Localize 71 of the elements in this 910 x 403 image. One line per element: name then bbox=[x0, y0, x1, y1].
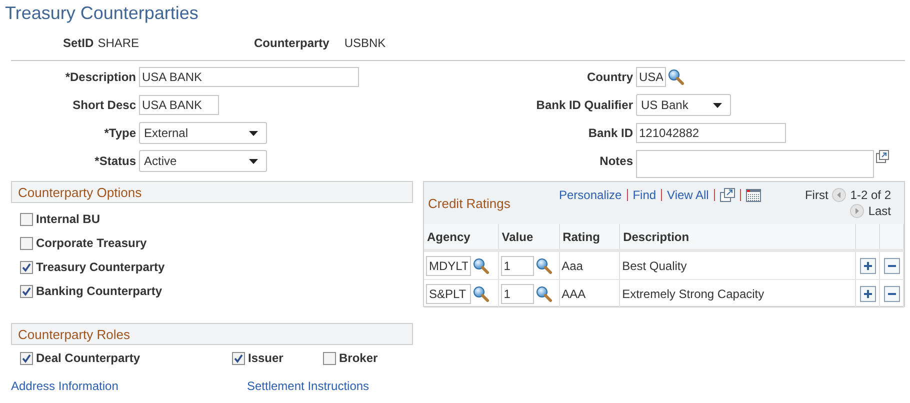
nav-label: First bbox=[804, 188, 828, 202]
table-cell: Extremely Strong Capacity bbox=[622, 286, 764, 300]
checkbox[interactable] bbox=[232, 352, 245, 364]
column-header: Value bbox=[498, 224, 560, 250]
checkbox[interactable] bbox=[20, 260, 33, 274]
checkbox-label: Treasury Counterparty bbox=[36, 260, 165, 274]
checkbox[interactable] bbox=[20, 236, 33, 250]
notes-field[interactable] bbox=[636, 150, 874, 178]
search-icon[interactable] bbox=[473, 258, 489, 274]
field-label: SetID bbox=[63, 36, 94, 52]
checkbox[interactable] bbox=[20, 212, 33, 226]
delete-row-icon[interactable] bbox=[884, 286, 900, 302]
checkbox[interactable] bbox=[20, 284, 33, 298]
page-title: Treasury Counterparties bbox=[4, 2, 200, 25]
table-cell: Aaa bbox=[562, 258, 583, 272]
new-window-icon[interactable] bbox=[720, 188, 735, 202]
search-icon[interactable] bbox=[536, 286, 552, 302]
add-row-icon[interactable] bbox=[860, 286, 876, 302]
field-value: USBNK bbox=[344, 36, 386, 52]
input-field[interactable]: USA BANK bbox=[139, 67, 359, 87]
checkbox-label: Internal BU bbox=[36, 212, 100, 226]
input-field[interactable]: S&PLT bbox=[426, 284, 471, 304]
field-label: *Status bbox=[94, 154, 136, 168]
section-header: Counterparty Roles bbox=[11, 323, 413, 345]
expand-icon[interactable] bbox=[876, 150, 889, 163]
input-field[interactable]: 121042882 bbox=[636, 123, 786, 143]
field-label: Short Desc bbox=[72, 98, 136, 112]
field-label: Counterparty bbox=[254, 36, 330, 52]
search-icon[interactable] bbox=[668, 69, 684, 85]
section-header: Counterparty Options bbox=[11, 181, 413, 203]
caret-icon bbox=[249, 130, 258, 136]
delete-row-icon[interactable] bbox=[884, 258, 900, 274]
column-header: Agency bbox=[424, 224, 498, 250]
dropdown[interactable]: US Bank bbox=[636, 94, 731, 116]
add-row-icon[interactable] bbox=[860, 258, 876, 274]
field-label: Country bbox=[586, 70, 633, 84]
grid-title: Credit Ratings bbox=[427, 195, 512, 211]
toolbar-link[interactable]: Personalize bbox=[559, 188, 622, 202]
input-field[interactable]: 1 bbox=[500, 256, 534, 276]
spreadsheet-icon[interactable] bbox=[746, 188, 761, 202]
column-header: Description bbox=[620, 224, 856, 250]
dropdown[interactable]: Active bbox=[139, 150, 267, 172]
toolbar-link[interactable]: Find bbox=[632, 188, 656, 202]
field-label: Bank ID Qualifier bbox=[535, 98, 633, 112]
checkbox[interactable] bbox=[323, 352, 336, 364]
toolbar-link[interactable]: View All bbox=[667, 188, 709, 202]
table-cell: Best Quality bbox=[622, 258, 687, 272]
nav-label: Last bbox=[868, 204, 891, 218]
field-label: Notes bbox=[598, 154, 633, 168]
checkbox-label: Corporate Treasury bbox=[36, 236, 147, 250]
link[interactable]: Settlement Instructions bbox=[247, 379, 413, 393]
link[interactable]: Address Information bbox=[11, 379, 247, 393]
input-field[interactable]: USA BANK bbox=[139, 95, 219, 115]
dropdown[interactable]: External bbox=[139, 122, 267, 144]
checkbox-label: Broker bbox=[339, 351, 378, 365]
table-cell: AAA bbox=[562, 286, 586, 300]
caret-icon bbox=[249, 158, 258, 164]
page-range: 1-2 of 2 bbox=[850, 188, 891, 202]
input-field[interactable]: 1 bbox=[500, 284, 534, 304]
checkbox-label: Issuer bbox=[248, 351, 284, 365]
checkbox[interactable] bbox=[20, 352, 33, 364]
field-label: Bank ID bbox=[587, 126, 633, 140]
search-icon[interactable] bbox=[473, 286, 489, 302]
caret-icon bbox=[713, 102, 722, 108]
search-icon[interactable] bbox=[536, 258, 552, 274]
checkbox-label: Deal Counterparty bbox=[36, 351, 140, 365]
field-label: *Type bbox=[103, 126, 136, 140]
field-label: *Description bbox=[64, 70, 136, 84]
field-value: SHARE bbox=[98, 36, 140, 52]
column-header: Rating bbox=[559, 224, 620, 250]
checkbox-label: Banking Counterparty bbox=[36, 284, 162, 298]
